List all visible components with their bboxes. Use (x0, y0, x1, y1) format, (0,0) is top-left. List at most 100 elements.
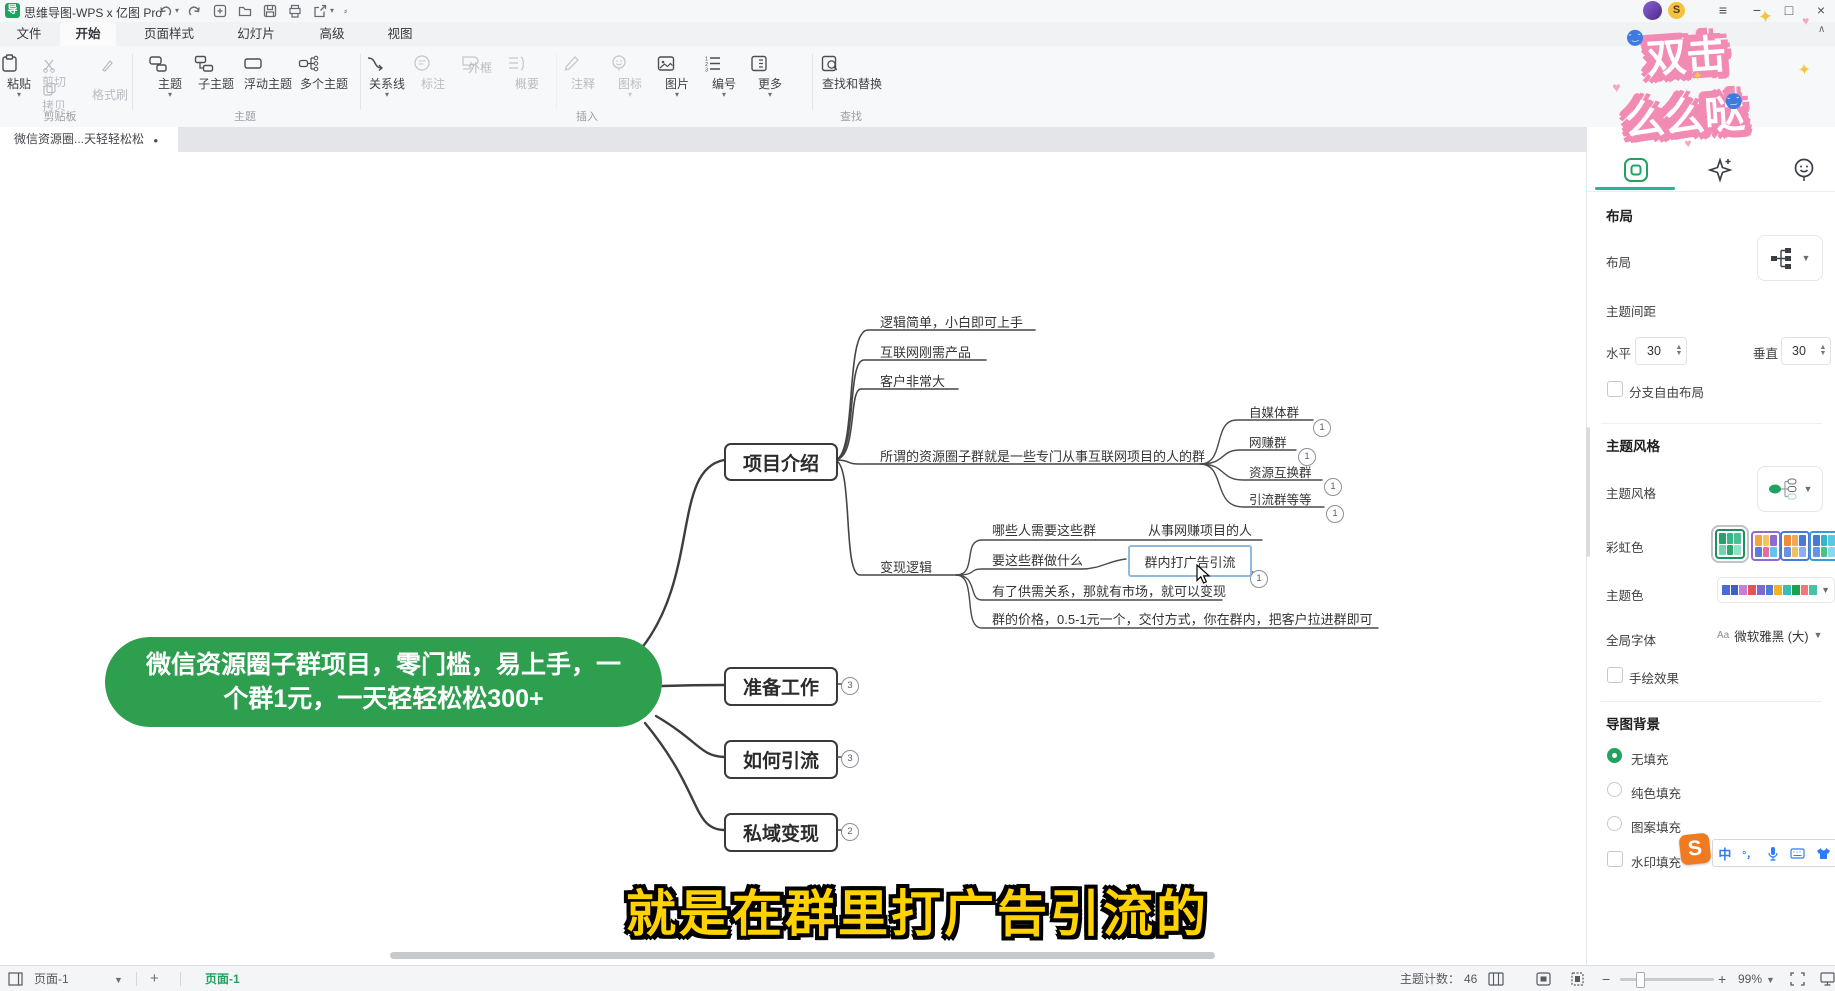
topic-traffic[interactable]: 如何引流 (724, 740, 838, 779)
format-tab-icon[interactable] (1623, 157, 1649, 183)
global-font-select[interactable]: Aa 微软雅黑 (大) ▼ (1717, 622, 1825, 648)
collapse-badge[interactable]: 1 (1313, 419, 1331, 437)
zoom-level[interactable]: 99% (1738, 966, 1762, 991)
collapse-badge[interactable]: 3 (841, 677, 859, 695)
sogou-cn-icon[interactable]: 中 (1718, 844, 1731, 863)
map-node[interactable]: 互联网刚需产品 (880, 342, 971, 361)
panel-scrollbar[interactable] (1586, 427, 1590, 557)
map-node[interactable]: 哪些人需要这些群 (992, 520, 1096, 539)
active-page-tab[interactable]: 页面-1 (205, 966, 240, 991)
pages-icon[interactable] (8, 972, 24, 991)
page-tab-caret-icon[interactable]: ▼ (114, 967, 123, 991)
free-branch-checkbox[interactable] (1607, 381, 1623, 397)
rainbow-label: 彩虹色 (1606, 537, 1644, 556)
chevron-down-icon: ▼ (1802, 253, 1811, 263)
map-node[interactable]: 有了供需关系，那就有市场，就可以变现 (992, 581, 1226, 600)
global-font-value: 微软雅黑 (大) (1734, 626, 1808, 645)
structure-icon[interactable] (1488, 972, 1504, 991)
map-node[interactable]: 从事网赚项目的人 (1148, 520, 1252, 539)
horizontal-spacing-stepper[interactable]: 30 ▲▼ (1635, 337, 1687, 365)
color-chip (1801, 585, 1809, 595)
swatch-cell (1784, 535, 1791, 546)
sogou-mic-icon[interactable] (1767, 846, 1779, 861)
rainbow-swatch-4[interactable] (1809, 531, 1835, 561)
divider (180, 972, 181, 986)
map-node[interactable]: 引流群等等 (1249, 489, 1312, 508)
sogou-logo-icon[interactable]: S (1679, 833, 1712, 866)
free-branch-label: 分支自由布局 (1629, 382, 1704, 401)
layout-dropdown[interactable]: ▼ (1757, 235, 1823, 281)
vertical-spacing-stepper[interactable]: 30 ▲▼ (1781, 337, 1831, 365)
collapse-badge[interactable]: 1 (1298, 448, 1316, 466)
map-node[interactable]: 客户非常大 (880, 371, 945, 390)
rainbow-swatch-2[interactable] (1751, 531, 1781, 561)
swatch-cell (1799, 535, 1806, 546)
fullscreen-icon[interactable] (1790, 972, 1805, 991)
ai-tab-icon[interactable] (1707, 157, 1733, 183)
collapse-badge[interactable]: 2 (841, 823, 859, 841)
theme-color-strip[interactable]: ▼ (1717, 577, 1835, 603)
font-aa-icon: Aa (1717, 630, 1729, 641)
map-node[interactable]: 群的价格，0.5-1元一个，交付方式，你在群内，把客户拉进群即可 (992, 609, 1373, 628)
bg-pattern-radio[interactable] (1607, 816, 1622, 831)
bg-solid-radio[interactable] (1607, 782, 1622, 797)
map-node-selected[interactable]: 群内打广告引流 (1128, 545, 1252, 577)
fit-window-icon[interactable] (1536, 972, 1551, 991)
sogou-punct-icon[interactable]: °， (1742, 846, 1756, 861)
zoom-out-button[interactable]: − (1602, 966, 1610, 991)
rainbow-swatch-1[interactable] (1715, 529, 1745, 559)
topic-private-monetize[interactable]: 私域变现 (724, 813, 838, 852)
sogou-skin-icon[interactable] (1816, 847, 1831, 860)
bg-watermark-checkbox[interactable] (1607, 851, 1623, 867)
zoom-slider-thumb[interactable] (1636, 972, 1645, 988)
color-chip (1774, 585, 1782, 595)
page-tab[interactable]: 页面-1 (34, 966, 69, 991)
add-page-button[interactable]: + (150, 966, 159, 991)
divider (1601, 701, 1822, 702)
swatch-cell (1763, 535, 1770, 546)
collapse-badge[interactable]: 1 (1250, 570, 1268, 588)
map-node[interactable]: 逻辑简单，小白即可上手 (880, 312, 1023, 331)
zoom-caret-icon[interactable]: ▼ (1766, 967, 1775, 991)
layout-label: 布局 (1606, 252, 1631, 271)
handdrawn-label: 手绘效果 (1629, 668, 1679, 687)
topic-project-intro[interactable]: 项目介绍 (724, 443, 838, 481)
theme-style-dropdown[interactable]: ▼ (1757, 466, 1823, 512)
horizontal-scrollbar[interactable] (390, 952, 1215, 959)
zoom-in-button[interactable]: + (1718, 966, 1726, 991)
icon-marker-tab-icon[interactable] (1791, 157, 1817, 183)
collapse-badge[interactable]: 1 (1324, 478, 1342, 496)
swatch-cell (1734, 533, 1741, 544)
map-node[interactable]: 所谓的资源圈子群就是一些专门从事互联网项目的人的群 (880, 446, 1205, 465)
swatch-cell (1727, 533, 1734, 544)
collapse-badge[interactable]: 3 (841, 750, 859, 768)
topic-preparation[interactable]: 准备工作 (724, 667, 838, 706)
page-view-icon[interactable] (1570, 972, 1585, 991)
zoom-slider-track[interactable] (1620, 978, 1714, 981)
rainbow-swatch-3[interactable] (1780, 531, 1810, 561)
map-node[interactable]: 自媒体群 (1249, 402, 1299, 421)
swatch-cell (1719, 545, 1726, 556)
map-node[interactable]: 要这些群做什么 (992, 550, 1083, 569)
swatch-cell (1813, 547, 1820, 558)
map-node[interactable]: 网赚群 (1249, 432, 1287, 451)
color-chip (1722, 585, 1730, 595)
swatch-cell (1755, 547, 1762, 558)
sogou-toolbar[interactable]: 中 °， (1712, 839, 1835, 867)
handdrawn-checkbox[interactable] (1607, 667, 1623, 683)
bg-none-radio[interactable] (1607, 748, 1622, 763)
color-chip (1809, 585, 1817, 595)
spacing-label: 主题间距 (1606, 301, 1656, 320)
central-topic[interactable]: 微信资源圈子群项目，零门槛，易上手，一个群1元，一天轻轻松松300+ (105, 637, 662, 727)
active-tab-underline (1595, 187, 1675, 190)
color-chip (1792, 585, 1800, 595)
map-node[interactable]: 变现逻辑 (880, 557, 932, 576)
sogou-keyboard-icon[interactable] (1790, 847, 1805, 859)
swatch-cell (1813, 535, 1820, 546)
swatch-cell (1821, 535, 1828, 546)
mouse-cursor (1196, 564, 1212, 586)
bg-none-label: 无填充 (1631, 749, 1669, 768)
color-chip (1739, 585, 1747, 595)
collapse-badge[interactable]: 1 (1326, 505, 1344, 523)
presentation-icon[interactable] (1820, 972, 1835, 991)
